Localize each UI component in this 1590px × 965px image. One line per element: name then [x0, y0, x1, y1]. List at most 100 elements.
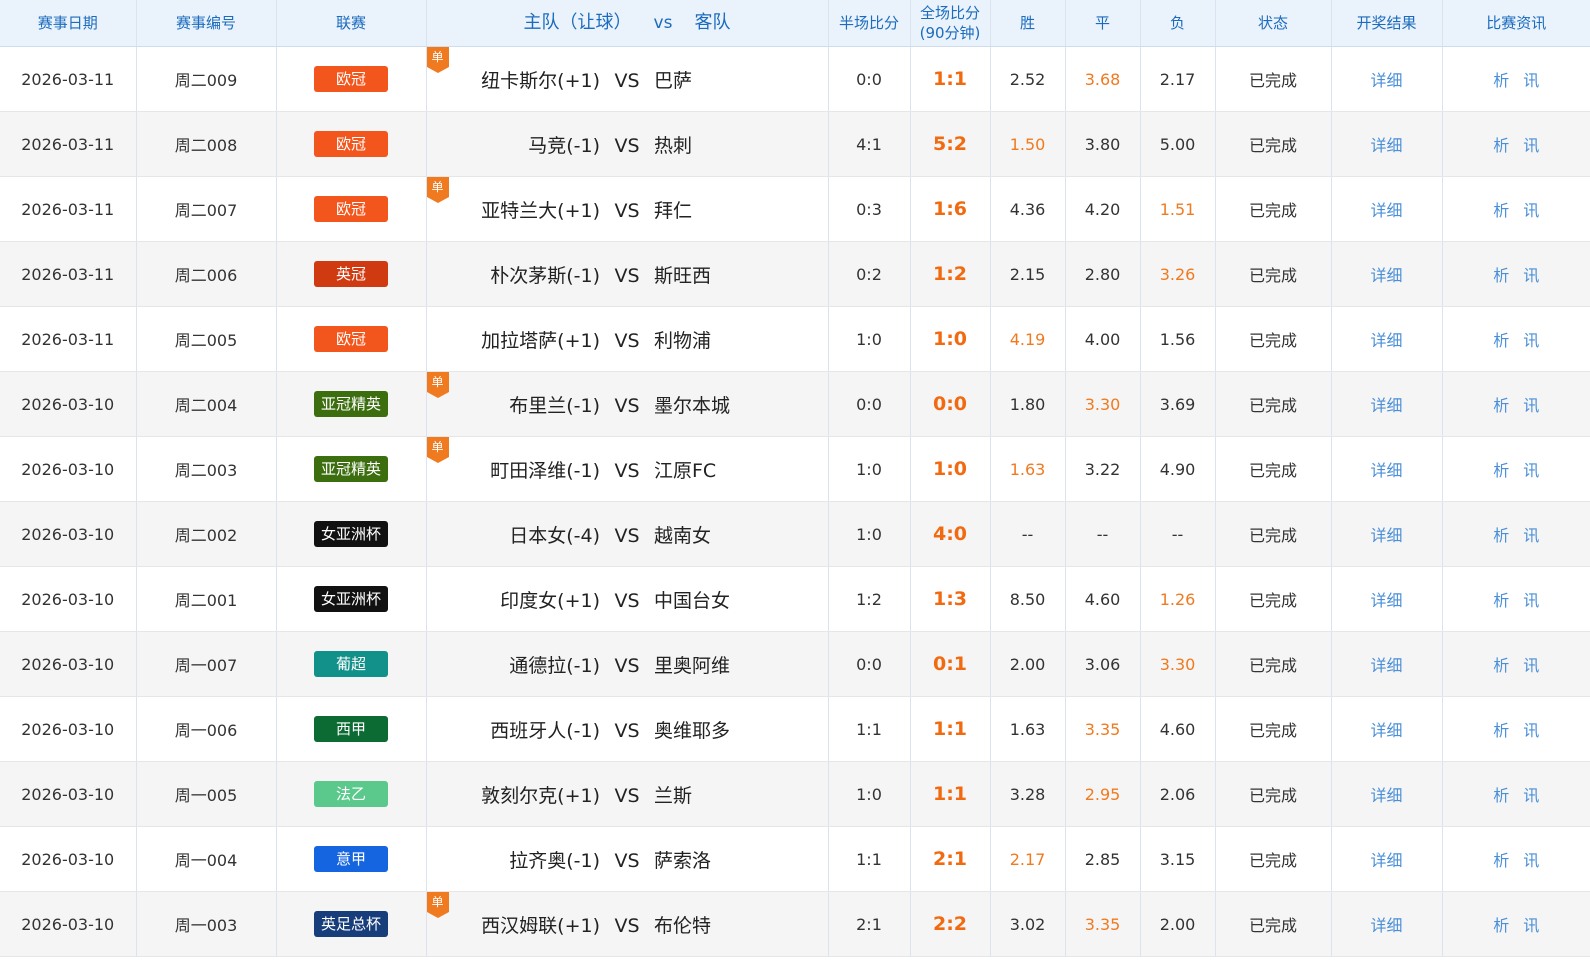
info-cell: 析讯 — [1442, 46, 1590, 112]
detail-link[interactable]: 详细 — [1370, 786, 1402, 805]
analysis-link[interactable]: 析 — [1493, 136, 1509, 155]
news-link[interactable]: 讯 — [1523, 591, 1539, 610]
news-link[interactable]: 讯 — [1523, 266, 1539, 285]
home-team[interactable]: 纽卡斯尔(+1) — [430, 66, 600, 93]
detail-link[interactable]: 详细 — [1370, 656, 1402, 675]
away-team[interactable]: 墨尔本城 — [654, 391, 824, 418]
league-tag[interactable]: 亚冠精英 — [314, 391, 388, 417]
analysis-link[interactable]: 析 — [1493, 591, 1509, 610]
odds-draw: 3.30 — [1065, 371, 1141, 437]
info-cell: 析讯 — [1442, 371, 1590, 437]
news-link[interactable]: 讯 — [1523, 396, 1539, 415]
league-tag[interactable]: 女亚洲杯 — [314, 521, 388, 547]
away-team[interactable]: 利物浦 — [654, 326, 824, 353]
news-link[interactable]: 讯 — [1523, 916, 1539, 935]
league-tag[interactable]: 亚冠精英 — [314, 456, 388, 482]
match-number: 周二008 — [136, 111, 277, 177]
match-date: 2026-03-10 — [0, 826, 137, 892]
detail-link[interactable]: 详细 — [1370, 136, 1402, 155]
away-team[interactable]: 巴萨 — [654, 66, 824, 93]
full-score: 2:2 — [910, 891, 991, 957]
analysis-link[interactable]: 析 — [1493, 71, 1509, 90]
news-link[interactable]: 讯 — [1523, 721, 1539, 740]
league-tag[interactable]: 法乙 — [314, 781, 388, 807]
news-link[interactable]: 讯 — [1523, 201, 1539, 220]
away-team[interactable]: 布伦特 — [654, 911, 824, 938]
league-tag[interactable]: 欧冠 — [314, 196, 388, 222]
home-team[interactable]: 拉齐奥(-1) — [430, 846, 600, 873]
analysis-link[interactable]: 析 — [1493, 851, 1509, 870]
analysis-link[interactable]: 析 — [1493, 461, 1509, 480]
away-team[interactable]: 热刺 — [654, 131, 824, 158]
league-tag[interactable]: 西甲 — [314, 716, 388, 742]
result-cell: 详细 — [1331, 176, 1443, 242]
analysis-link[interactable]: 析 — [1493, 526, 1509, 545]
news-link[interactable]: 讯 — [1523, 786, 1539, 805]
analysis-link[interactable]: 析 — [1493, 916, 1509, 935]
detail-link[interactable]: 详细 — [1370, 461, 1402, 480]
news-link[interactable]: 讯 — [1523, 851, 1539, 870]
home-team[interactable]: 敦刻尔克(+1) — [430, 781, 600, 808]
detail-link[interactable]: 详细 — [1370, 591, 1402, 610]
home-team[interactable]: 西汉姆联(+1) — [430, 911, 600, 938]
news-link[interactable]: 讯 — [1523, 526, 1539, 545]
detail-link[interactable]: 详细 — [1370, 851, 1402, 870]
league-tag[interactable]: 欧冠 — [314, 326, 388, 352]
away-team[interactable]: 萨索洛 — [654, 846, 824, 873]
detail-link[interactable]: 详细 — [1370, 526, 1402, 545]
detail-link[interactable]: 详细 — [1370, 721, 1402, 740]
league-tag[interactable]: 英足总杯 — [314, 911, 388, 937]
news-link[interactable]: 讯 — [1523, 136, 1539, 155]
home-team[interactable]: 加拉塔萨(+1) — [430, 326, 600, 353]
home-team[interactable]: 町田泽维(-1) — [430, 456, 600, 483]
news-link[interactable]: 讯 — [1523, 461, 1539, 480]
home-team[interactable]: 亚特兰大(+1) — [430, 196, 600, 223]
detail-link[interactable]: 详细 — [1370, 71, 1402, 90]
league-tag[interactable]: 英冠 — [314, 261, 388, 287]
league-tag[interactable]: 欧冠 — [314, 131, 388, 157]
analysis-link[interactable]: 析 — [1493, 721, 1509, 740]
away-team[interactable]: 拜仁 — [654, 196, 824, 223]
home-team[interactable]: 日本女(-4) — [430, 521, 600, 548]
away-team[interactable]: 江原FC — [654, 456, 824, 483]
away-team[interactable]: 奥维耶多 — [654, 716, 824, 743]
detail-link[interactable]: 详细 — [1370, 916, 1402, 935]
home-team[interactable]: 通德拉(-1) — [430, 651, 600, 678]
league-tag[interactable]: 欧冠 — [314, 66, 388, 92]
league-cell: 西甲 — [276, 696, 427, 762]
home-team[interactable]: 布里兰(-1) — [430, 391, 600, 418]
detail-link[interactable]: 详细 — [1370, 201, 1402, 220]
home-team[interactable]: 朴次茅斯(-1) — [430, 261, 600, 288]
dan-badge: 单 — [426, 892, 449, 918]
news-link[interactable]: 讯 — [1523, 331, 1539, 350]
away-team[interactable]: 中国台女 — [654, 586, 824, 613]
league-tag[interactable]: 意甲 — [314, 846, 388, 872]
detail-link[interactable]: 详细 — [1370, 396, 1402, 415]
away-team[interactable]: 斯旺西 — [654, 261, 824, 288]
analysis-link[interactable]: 析 — [1493, 201, 1509, 220]
home-team[interactable]: 西班牙人(-1) — [430, 716, 600, 743]
analysis-link[interactable]: 析 — [1493, 396, 1509, 415]
analysis-link[interactable]: 析 — [1493, 266, 1509, 285]
half-score: 1:0 — [828, 306, 911, 372]
vs-label: VS — [614, 654, 640, 677]
full-score: 1:1 — [910, 46, 991, 112]
header-vs: vs — [653, 13, 673, 33]
analysis-link[interactable]: 析 — [1493, 656, 1509, 675]
league-tag[interactable]: 葡超 — [314, 651, 388, 677]
detail-link[interactable]: 详细 — [1370, 331, 1402, 350]
detail-link[interactable]: 详细 — [1370, 266, 1402, 285]
league-cell: 英足总杯 — [276, 891, 427, 957]
match-status: 已完成 — [1215, 826, 1332, 892]
league-tag[interactable]: 女亚洲杯 — [314, 586, 388, 612]
analysis-link[interactable]: 析 — [1493, 331, 1509, 350]
news-link[interactable]: 讯 — [1523, 656, 1539, 675]
home-team[interactable]: 马竞(-1) — [430, 131, 600, 158]
odds-draw: 3.35 — [1065, 891, 1141, 957]
away-team[interactable]: 兰斯 — [654, 781, 824, 808]
analysis-link[interactable]: 析 — [1493, 786, 1509, 805]
away-team[interactable]: 里奥阿维 — [654, 651, 824, 678]
home-team[interactable]: 印度女(+1) — [430, 586, 600, 613]
news-link[interactable]: 讯 — [1523, 71, 1539, 90]
away-team[interactable]: 越南女 — [654, 521, 824, 548]
